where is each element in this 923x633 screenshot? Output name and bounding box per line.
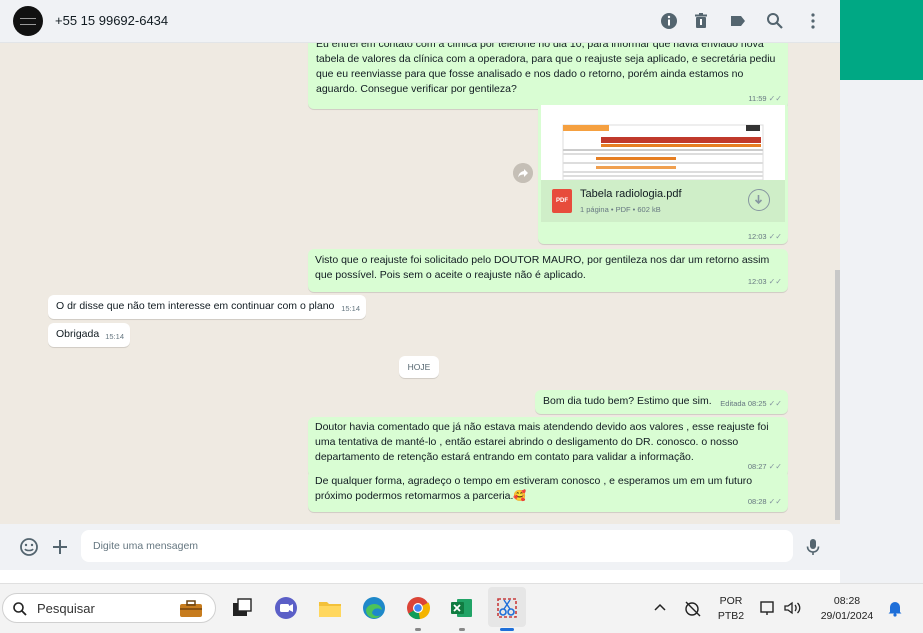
- language-indicator[interactable]: POR PTB2: [713, 594, 749, 624]
- chrome-running-indicator: [415, 628, 421, 631]
- document-thumbnail[interactable]: [541, 105, 785, 180]
- message-bubble[interactable]: Doutor havia comentado que já não estava…: [308, 417, 788, 477]
- emoji-icon[interactable]: [18, 536, 40, 558]
- message-time: 08:28: [747, 497, 767, 506]
- date-divider: HOJE: [399, 356, 439, 378]
- excel-running-indicator: [459, 628, 465, 631]
- clock-time: 08:28: [833, 595, 861, 607]
- document-info[interactable]: PDF Tabela radiologia.pdf 1 página • PDF…: [541, 180, 785, 222]
- message-time: 15:14: [105, 332, 124, 341]
- contact-name[interactable]: +55 15 99692-6434: [55, 13, 168, 28]
- search-label: Pesquisar: [37, 601, 95, 616]
- document-name: Tabela radiologia.pdf: [580, 188, 682, 200]
- message-input[interactable]: Digite uma mensagem: [81, 530, 793, 562]
- menu-icon[interactable]: [803, 11, 823, 31]
- volume-icon[interactable]: [783, 599, 803, 617]
- snipping-tool-icon[interactable]: [493, 594, 521, 622]
- taskbar: Pesquisar POR PTB2 08:28 29/01/2024: [0, 583, 923, 633]
- attach-plus-icon[interactable]: [49, 536, 71, 558]
- clock-date: 29/01/2024: [820, 610, 874, 622]
- message-text: De qualquer forma, agradeço o tempo em e…: [315, 475, 753, 502]
- message-time: 08:25: [747, 399, 767, 408]
- message-text: Visto que o reajuste foi solicitado pelo…: [315, 254, 770, 281]
- message-bubble[interactable]: O dr disse que não tem interesse em cont…: [48, 295, 366, 319]
- chat-header: +55 15 99692-6434: [0, 0, 840, 43]
- background-panel: [840, 80, 923, 583]
- read-ticks-icon: ✓✓: [768, 232, 782, 241]
- message-text: O dr disse que não tem interesse em cont…: [56, 300, 335, 312]
- file-explorer-icon[interactable]: [316, 594, 344, 622]
- read-ticks-icon: ✓✓: [768, 497, 782, 506]
- forward-icon[interactable]: [513, 163, 533, 183]
- message-input-placeholder: Digite uma mensagem: [93, 540, 199, 552]
- search-icon[interactable]: [765, 11, 785, 31]
- pdf-file-icon: PDF: [552, 189, 572, 213]
- no-network-icon[interactable]: [683, 599, 703, 617]
- message-time: 15:14: [341, 304, 360, 313]
- edge-icon[interactable]: [360, 594, 388, 622]
- snipping-active-indicator: [500, 628, 514, 631]
- label-icon[interactable]: [728, 11, 748, 31]
- chrome-icon[interactable]: [404, 594, 432, 622]
- meet-icon[interactable]: [272, 594, 300, 622]
- message-time: 12:03: [747, 232, 767, 241]
- notification-bell-icon[interactable]: [887, 599, 903, 617]
- document-meta: 1 página • PDF • 602 kB: [580, 205, 661, 214]
- microphone-icon[interactable]: [802, 536, 824, 558]
- task-view-icon[interactable]: [228, 594, 256, 622]
- language-code: POR: [719, 595, 743, 607]
- read-ticks-icon: ✓✓: [768, 399, 782, 408]
- message-text: Eu entrei em contato com a clínica por t…: [316, 43, 776, 95]
- message-bubble[interactable]: Eu entrei em contato com a clínica por t…: [308, 43, 788, 109]
- search-icon: [13, 602, 27, 616]
- delete-icon[interactable]: [691, 11, 711, 31]
- message-text: Bom dia tudo bem? Estimo que sim.: [543, 395, 712, 407]
- contact-avatar[interactable]: [13, 6, 43, 36]
- keyboard-layout: PTB2: [717, 610, 745, 622]
- message-bubble[interactable]: Obrigada 15:14: [48, 323, 130, 347]
- taskbar-search[interactable]: Pesquisar: [2, 593, 216, 623]
- read-ticks-icon: ✓✓: [768, 277, 782, 286]
- display-icon[interactable]: [759, 599, 777, 617]
- pdf-preview-image: [562, 124, 764, 180]
- message-bubble[interactable]: Visto que o reajuste foi solicitado pelo…: [308, 249, 788, 292]
- message-text: Obrigada: [56, 328, 100, 340]
- info-icon[interactable]: [659, 11, 679, 31]
- whatsapp-window: +55 15 99692-6434 Eu entrei em contato c…: [0, 0, 840, 570]
- message-time: 08:27: [747, 462, 767, 471]
- document-message[interactable]: PDF Tabela radiologia.pdf 1 página • PDF…: [538, 102, 788, 244]
- chevron-up-icon[interactable]: [653, 601, 667, 615]
- message-bubble[interactable]: De qualquer forma, agradeço o tempo em e…: [308, 471, 788, 512]
- briefcase-icon: [180, 600, 202, 617]
- message-time: 12:03: [747, 277, 767, 286]
- clock[interactable]: 08:28 29/01/2024: [812, 594, 882, 624]
- read-ticks-icon: ✓✓: [768, 462, 782, 471]
- accent-header-bar: [840, 0, 923, 80]
- excel-icon[interactable]: [448, 594, 476, 622]
- composer: Digite uma mensagem: [0, 524, 840, 570]
- message-bubble[interactable]: Bom dia tudo bem? Estimo que sim. Editad…: [535, 390, 788, 414]
- message-text: Doutor havia comentado que já não estava…: [315, 421, 769, 463]
- message-list[interactable]: Eu entrei em contato com a clínica por t…: [0, 43, 840, 524]
- download-icon[interactable]: [748, 189, 770, 211]
- edited-label: Editada: [720, 399, 746, 408]
